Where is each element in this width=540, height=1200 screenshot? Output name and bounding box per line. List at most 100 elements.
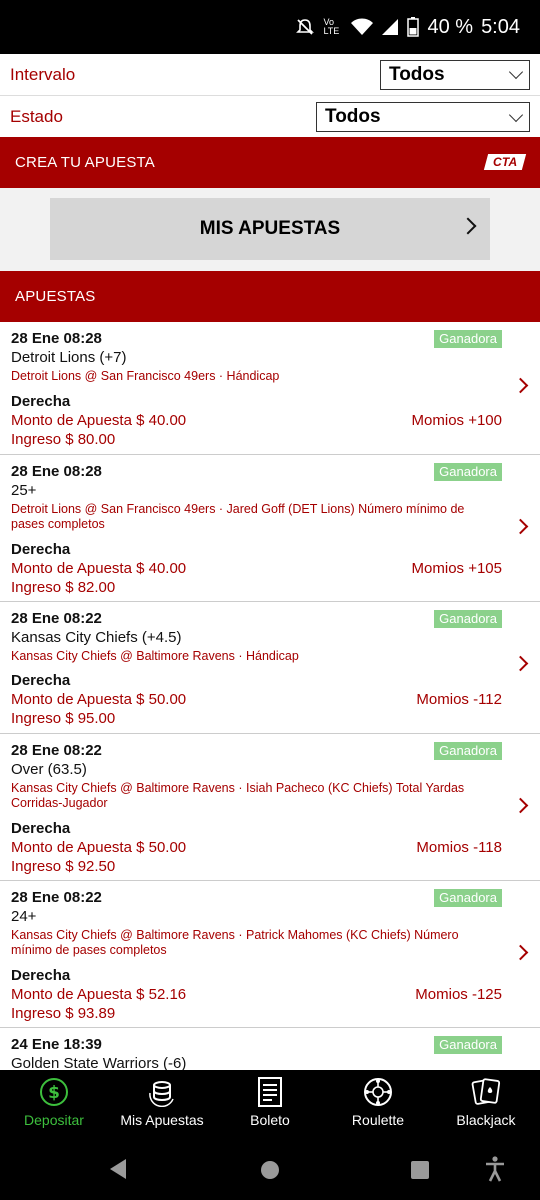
interval-label: Intervalo bbox=[10, 64, 76, 84]
ticket-icon bbox=[258, 1077, 282, 1107]
bet-selection: Golden State Warriors (-6) bbox=[11, 1055, 187, 1070]
bet-amount: Monto de Apuesta $ 40.00 bbox=[11, 560, 187, 577]
bet-amount: Monto de Apuesta $ 52.16 bbox=[11, 986, 187, 1003]
bets-header-label: APUESTAS bbox=[15, 288, 96, 305]
back-icon[interactable] bbox=[108, 1158, 128, 1180]
nav-label: Depositar bbox=[24, 1112, 84, 1128]
bet-card[interactable]: 28 Ene 08:22 Ganadora Kansas City Chiefs… bbox=[0, 602, 540, 734]
nav-item-boleto[interactable]: Boleto bbox=[216, 1070, 324, 1136]
bet-odds: Momios -125 bbox=[415, 986, 502, 1003]
bet-selection: Over (63.5) bbox=[11, 761, 87, 778]
wifi-icon bbox=[351, 18, 374, 35]
signal-icon bbox=[382, 19, 399, 35]
nav-item-mis-apuestas[interactable]: Mis Apuestas bbox=[108, 1070, 216, 1136]
bet-odds: Momios +105 bbox=[411, 560, 502, 577]
chevron-right-icon bbox=[512, 655, 529, 672]
nav-item-roulette[interactable]: Roulette bbox=[324, 1070, 432, 1136]
bet-event: Kansas City Chiefs @ Baltimore Ravens · … bbox=[11, 649, 299, 663]
bet-amount: Monto de Apuesta $ 50.00 bbox=[11, 839, 187, 856]
my-bets-section: MIS APUESTAS bbox=[0, 188, 540, 271]
nav-item-blackjack[interactable]: Blackjack bbox=[432, 1070, 540, 1136]
state-filter-row: Estado Todos bbox=[0, 96, 540, 138]
state-label: Estado bbox=[10, 107, 63, 126]
coins-icon bbox=[149, 1081, 174, 1107]
volte-indicator: Vo LTE bbox=[323, 17, 340, 36]
bet-card[interactable]: 28 Ene 08:28 Ganadora Detroit Lions (+7)… bbox=[0, 322, 540, 455]
nav-label: Roulette bbox=[351, 1112, 405, 1128]
nav-item-depositar[interactable]: $ Depositar bbox=[0, 1070, 108, 1136]
bet-side: Derecha bbox=[11, 820, 71, 837]
state-value: Todos bbox=[325, 106, 381, 127]
bet-odds: Momios +100 bbox=[411, 412, 502, 429]
bet-date: 28 Ene 08:22 bbox=[11, 889, 102, 906]
chevron-right-icon bbox=[512, 797, 529, 814]
status-badge: Ganadora bbox=[434, 463, 502, 481]
bet-side: Derecha bbox=[11, 393, 71, 410]
mute-icon bbox=[296, 19, 315, 35]
bets-header: APUESTAS bbox=[0, 271, 540, 322]
bet-card[interactable]: 24 Ene 18:39 Ganadora Golden State Warri… bbox=[0, 1028, 540, 1070]
bet-selection: 25+ bbox=[11, 482, 37, 499]
recents-icon[interactable] bbox=[410, 1160, 430, 1180]
create-bet-label: CREA TU APUESTA bbox=[15, 154, 155, 171]
bet-date: 28 Ene 08:22 bbox=[11, 742, 102, 759]
bet-side: Derecha bbox=[11, 541, 71, 558]
status-badge: Ganadora bbox=[434, 1036, 502, 1054]
bet-selection: 24+ bbox=[11, 908, 37, 925]
status-badge: Ganadora bbox=[434, 889, 502, 907]
system-nav-bar bbox=[0, 1136, 540, 1200]
bet-event: Detroit Lions @ San Francisco 49ers · Ja… bbox=[11, 502, 465, 531]
interval-select[interactable]: Todos bbox=[380, 59, 530, 90]
bet-side: Derecha bbox=[11, 967, 71, 984]
svg-text:$: $ bbox=[48, 1083, 60, 1103]
chevron-down-icon bbox=[508, 64, 524, 80]
create-bet-bar[interactable]: CREA TU APUESTA CTA bbox=[0, 137, 540, 188]
status-bar: Vo LTE 40 % 5:04 bbox=[0, 0, 540, 54]
chevron-right-icon bbox=[512, 944, 529, 961]
bet-event: Kansas City Chiefs @ Baltimore Ravens · … bbox=[11, 928, 459, 957]
bet-date: 24 Ene 18:39 bbox=[11, 1036, 102, 1053]
bet-odds: Momios -118 bbox=[416, 839, 502, 856]
chevron-right-icon bbox=[512, 518, 529, 535]
bet-amount: Monto de Apuesta $ 50.00 bbox=[11, 691, 187, 708]
bet-event: Kansas City Chiefs @ Baltimore Ravens · … bbox=[11, 781, 465, 810]
bet-amount: Monto de Apuesta $ 40.00 bbox=[11, 412, 187, 429]
accessibility-icon[interactable] bbox=[484, 1156, 506, 1182]
clock: 5:04 bbox=[481, 15, 520, 38]
bet-income: Ingreso $ 82.00 bbox=[11, 579, 116, 596]
status-badge: Ganadora bbox=[434, 610, 502, 628]
dollar-icon: $ bbox=[40, 1078, 68, 1106]
cards-icon bbox=[471, 1078, 501, 1105]
bet-date: 28 Ene 08:22 bbox=[11, 610, 102, 627]
battery-percent: 40 % bbox=[427, 15, 474, 38]
bet-odds: Momios -112 bbox=[416, 691, 502, 708]
bet-date: 28 Ene 08:28 bbox=[11, 463, 102, 480]
bet-card[interactable]: 28 Ene 08:28 Ganadora 25+ Detroit Lions … bbox=[0, 455, 540, 602]
bet-income: Ingreso $ 93.89 bbox=[11, 1005, 116, 1022]
bet-income: Ingreso $ 80.00 bbox=[11, 431, 116, 448]
bet-selection: Kansas City Chiefs (+4.5) bbox=[11, 629, 182, 646]
interval-filter-row: Intervalo Todos bbox=[0, 54, 540, 96]
nav-label: Mis Apuestas bbox=[120, 1112, 204, 1128]
bet-income: Ingreso $ 92.50 bbox=[11, 858, 116, 875]
my-bets-label: MIS APUESTAS bbox=[199, 218, 341, 239]
cta-badge: CTA bbox=[483, 154, 527, 170]
bet-selection: Detroit Lions (+7) bbox=[11, 349, 127, 366]
chevron-down-icon bbox=[508, 107, 524, 122]
my-bets-button[interactable]: MIS APUESTAS bbox=[50, 198, 490, 260]
chevron-right-icon bbox=[512, 377, 529, 394]
bet-event: Detroit Lions @ San Francisco 49ers · Há… bbox=[11, 369, 280, 383]
state-select[interactable]: Todos bbox=[316, 102, 530, 132]
roulette-icon bbox=[364, 1078, 392, 1106]
interval-value: Todos bbox=[389, 63, 445, 85]
status-badge: Ganadora bbox=[434, 742, 502, 760]
bottom-nav: $ Depositar Mis Apuestas Boleto Roulette… bbox=[0, 1070, 540, 1136]
home-icon[interactable] bbox=[260, 1160, 280, 1180]
status-badge: Ganadora bbox=[434, 330, 502, 348]
bets-list: 28 Ene 08:28 Ganadora Detroit Lions (+7)… bbox=[0, 322, 540, 1070]
battery-icon bbox=[407, 17, 420, 37]
bet-card[interactable]: 28 Ene 08:22 Ganadora 24+ Kansas City Ch… bbox=[0, 881, 540, 1028]
chevron-right-icon bbox=[459, 217, 477, 235]
bet-card[interactable]: 28 Ene 08:22 Ganadora Over (63.5) Kansas… bbox=[0, 734, 540, 881]
bet-side: Derecha bbox=[11, 672, 71, 689]
